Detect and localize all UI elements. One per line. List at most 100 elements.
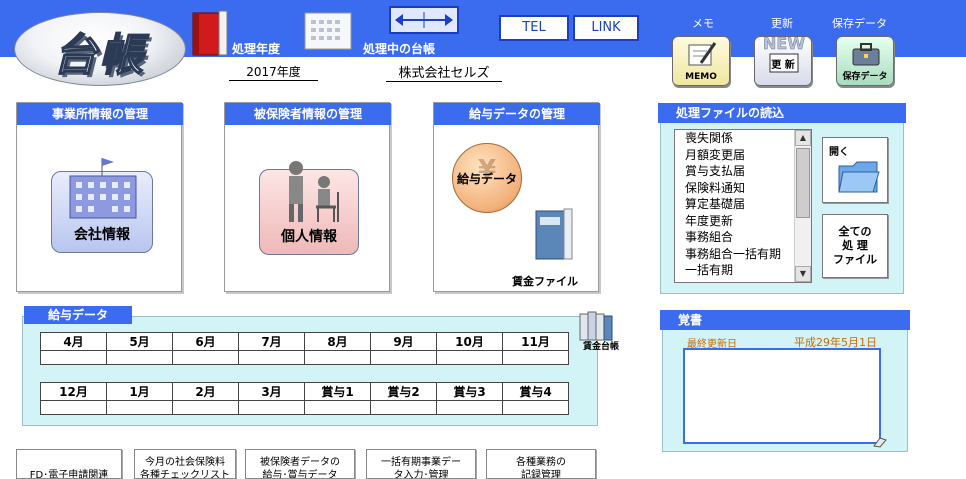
new-badge: NEW	[763, 34, 805, 54]
file-list-item[interactable]: 月額変更届	[675, 147, 811, 164]
binder-icon[interactable]	[189, 9, 231, 57]
month-cell[interactable]: 9月	[370, 332, 437, 351]
file-list-item[interactable]: 喪失関係	[675, 130, 811, 147]
month-cell[interactable]: 賞与1	[304, 382, 371, 401]
memo-pencil-icon	[688, 42, 717, 66]
company-info-caption: 会社情報	[74, 227, 130, 243]
calendar-icon[interactable]	[303, 11, 353, 51]
scroll-thumb[interactable]	[796, 148, 810, 218]
month-cell[interactable]: 8月	[304, 332, 371, 351]
switch-button[interactable]	[389, 6, 459, 34]
month-cell[interactable]: 2月	[172, 382, 239, 401]
eraser-icon[interactable]	[872, 436, 888, 448]
wage-ledger-caption: 賃金台帳	[583, 342, 620, 352]
month-cell[interactable]: 6月	[172, 332, 239, 351]
jigyosho-panel: 事業所情報の管理 会社情報	[16, 102, 183, 292]
month-value-cell[interactable]	[172, 350, 239, 365]
all-files-line3: ファイル	[833, 253, 877, 266]
header: 台帳 処理年度 処理中の台帳 TEL LINK メモ 更新 保存データ 2017…	[0, 0, 966, 90]
memo-button-caption: MEMO	[685, 72, 717, 82]
month-cell[interactable]: 賞与3	[436, 382, 503, 401]
scroll-down-arrow-icon[interactable]: ▼	[795, 266, 811, 282]
hihokensha-panel-title: 被保険者情報の管理	[225, 103, 391, 125]
personal-info-button[interactable]: 個人情報	[259, 161, 359, 255]
scroll-up-arrow-icon[interactable]: ▲	[795, 130, 811, 146]
bottom-button-line2: 記録管理	[521, 470, 561, 479]
save-data-button[interactable]: 保存データ	[836, 36, 894, 86]
month-cell[interactable]: 11月	[502, 332, 569, 351]
month-value-cell[interactable]	[370, 400, 437, 415]
month-value-cell[interactable]	[106, 350, 173, 365]
bottom-button-line2: タ入力･管理	[393, 470, 449, 479]
month-cell[interactable]: 賞与4	[502, 382, 569, 401]
month-value-cell[interactable]	[304, 350, 371, 365]
file-list-item[interactable]: 保険料通知	[675, 180, 811, 197]
memo-label: メモ	[692, 17, 714, 30]
year-value: 2017年度	[229, 63, 318, 81]
bottom-button-line1: 一括有期事業デー	[381, 457, 461, 468]
all-files-line2: 処 理	[842, 239, 868, 252]
kyuyo-data-title: 給与データ	[24, 306, 132, 324]
bottom-button-line2: FD･電子申請関連	[29, 470, 109, 479]
month-cell[interactable]: 5月	[106, 332, 173, 351]
month-value-cell[interactable]	[502, 400, 569, 415]
people-icon	[289, 161, 339, 222]
month-value-cell[interactable]	[40, 400, 107, 415]
hihokensha-panel: 被保険者情報の管理 個人情報	[224, 102, 391, 292]
bottom-button-line1	[17, 456, 121, 469]
month-value-cell[interactable]	[436, 400, 503, 415]
month-cell[interactable]: 4月	[40, 332, 107, 351]
file-list-item[interactable]: 年度更新	[675, 213, 811, 230]
open-file-button[interactable]: 開く	[822, 137, 888, 203]
double-arrow-icon	[395, 12, 453, 28]
folder-icon	[838, 161, 880, 193]
update-button[interactable]: NEW 更 新	[754, 34, 812, 86]
save-data-label: 保存データ	[832, 17, 887, 30]
month-value-cell[interactable]	[238, 400, 305, 415]
logo-text: 台帳	[52, 29, 145, 82]
month-value-cell[interactable]	[304, 400, 371, 415]
shori-daicho-label: 処理中の台帳	[363, 42, 436, 56]
all-files-button[interactable]: 全ての 処 理 ファイル	[822, 214, 888, 278]
building-icon	[69, 158, 137, 219]
app-logo: 台帳	[14, 12, 186, 86]
save-data-caption: 保存データ	[842, 72, 888, 82]
file-list-item[interactable]: 事務組合一括有期	[675, 246, 811, 263]
month-cell[interactable]: 1月	[106, 382, 173, 401]
month-cell[interactable]: 賞与2	[370, 382, 437, 401]
link-button[interactable]: LINK	[573, 15, 639, 41]
wage-ledger-icon[interactable]	[576, 308, 618, 342]
month-value-cell[interactable]	[106, 400, 173, 415]
month-value-cell[interactable]	[502, 350, 569, 365]
month-value-cell[interactable]	[238, 350, 305, 365]
update-button-caption: 更 新	[771, 60, 795, 71]
personal-info-caption: 個人情報	[281, 229, 337, 245]
month-cell[interactable]: 12月	[40, 382, 107, 401]
file-list[interactable]: 喪失関係 月額変更届 賞与支払届 保険料通知 算定基礎届 年度更新 事務組合 事務組合一括有期…	[674, 129, 812, 283]
file-list-item[interactable]: 事務組合	[675, 229, 811, 246]
file-list-item[interactable]: 賞与支払届	[675, 163, 811, 180]
file-reader-title: 処理ファイルの読込	[658, 103, 906, 123]
memo-button[interactable]: MEMO	[672, 36, 730, 86]
file-list-item[interactable]: 算定基礎届	[675, 196, 811, 213]
bottom-button-line1: 今月の社会保険料	[145, 457, 225, 468]
file-list-scrollbar[interactable]: ▲ ▼	[794, 130, 811, 282]
memo-textarea[interactable]	[683, 348, 881, 444]
tel-button[interactable]: TEL	[499, 15, 569, 41]
month-value-cell[interactable]	[436, 350, 503, 365]
month-value-cell[interactable]	[172, 400, 239, 415]
file-list-item[interactable]: 一括有期	[675, 262, 811, 279]
month-cell[interactable]: 10月	[436, 332, 503, 351]
month-value-cell[interactable]	[40, 350, 107, 365]
month-cell[interactable]: 3月	[238, 382, 305, 401]
memo-title: 覚書	[660, 310, 910, 330]
month-cell[interactable]: 7月	[238, 332, 305, 351]
bottom-button-line1: 各種業務の	[516, 457, 566, 468]
company-info-button[interactable]: 会社情報	[51, 158, 153, 253]
months-table-top: 4月 5月 6月 7月 8月 9月 10月 11月	[40, 332, 569, 365]
bottom-button-line2: 各種チェックリスト	[140, 470, 230, 479]
wage-file-icon[interactable]	[530, 207, 576, 263]
month-value-cell[interactable]	[370, 350, 437, 365]
kyuyo-data-button[interactable]: ¥ 給与データ	[452, 143, 522, 213]
months-table-bottom: 12月 1月 2月 3月 賞与1 賞与2 賞与3 賞与4	[40, 382, 569, 415]
